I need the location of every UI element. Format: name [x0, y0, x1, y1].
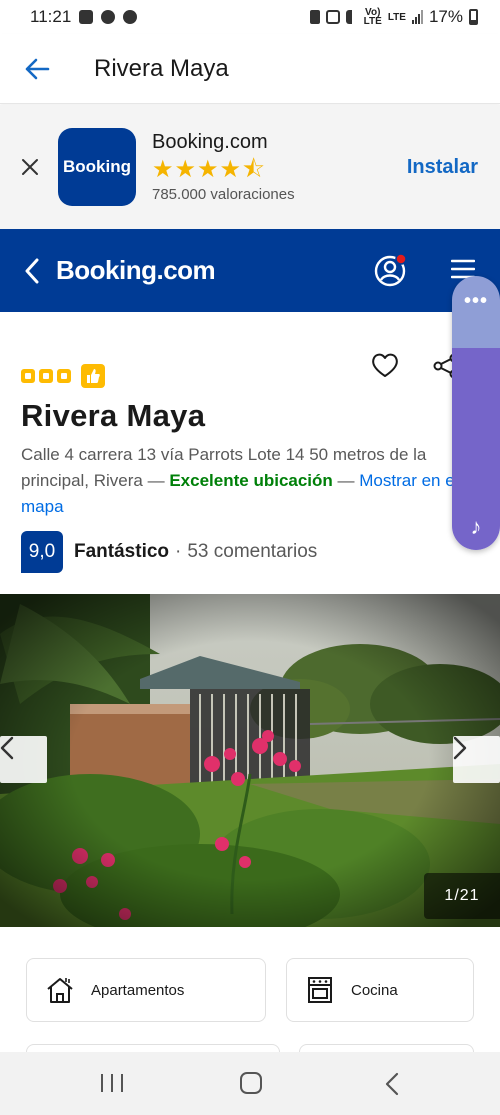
battery-saver-icon [309, 10, 320, 24]
review-score-badge: 9,0 [21, 531, 63, 573]
app-notification-icon-2 [123, 10, 138, 24]
show-on-map-link[interactable]: Mostrar en el [359, 471, 458, 490]
app-name: Booking.com [152, 131, 268, 153]
star-square-icon [21, 369, 35, 383]
photo-counter: 1/21 [424, 873, 500, 919]
nfc-icon [325, 10, 340, 24]
chevron-left-icon[interactable] [24, 256, 46, 286]
facility-label: Cocina [351, 981, 398, 999]
review-count: 53 comentarios [187, 541, 318, 562]
page-title: Rivera Maya [94, 54, 229, 82]
gallery-notification-icon [79, 10, 94, 24]
gallery-next-button[interactable] [453, 736, 500, 783]
recent-apps-icon[interactable] [101, 1074, 123, 1092]
half-star-icon: ⯪ [242, 156, 265, 183]
signal-icon [411, 10, 423, 24]
battery-icon [469, 9, 478, 25]
review-score-word: Fantástico [74, 541, 170, 562]
app-icon: Booking [58, 128, 136, 206]
mute-icon [345, 10, 358, 24]
status-bar: 11:21 Vo) LTE LTE 17% [0, 0, 500, 34]
address-line-1: Calle 4 carrera 13 vía Parrots Lote 14 5… [21, 445, 427, 464]
chevron-right-icon [453, 736, 467, 760]
facility-label: Apartamentos [91, 981, 185, 999]
lte-indicator: LTE [387, 11, 406, 23]
status-time: 11:21 [30, 7, 72, 26]
app-header: Rivera Maya [0, 34, 500, 104]
battery-percent: 17% [428, 7, 463, 26]
music-note-icon[interactable]: ♪ [452, 514, 500, 540]
star-icon: ★ [174, 156, 197, 183]
address-line-2: principal, Rivera [21, 471, 143, 490]
separator: — [332, 471, 360, 490]
close-icon[interactable] [18, 155, 42, 179]
property-address: Calle 4 carrera 13 vía Parrots Lote 14 5… [21, 442, 461, 520]
show-on-map-link-cont[interactable]: mapa [21, 494, 461, 520]
star-square-icon [39, 369, 53, 383]
star-icon: ★ [219, 156, 242, 183]
star-icon: ★ [152, 156, 174, 183]
more-dots-icon[interactable]: ••• [464, 290, 488, 313]
gallery-prev-button[interactable] [0, 736, 47, 783]
install-app-banner: Booking Booking.com ★ ★ ★ ★ ⯪ 785.000 va… [0, 105, 500, 229]
system-navigation-bar [0, 1052, 500, 1115]
chevron-left-icon [0, 736, 14, 760]
photo-gallery[interactable]: 1/21 [0, 594, 500, 927]
arrow-left-icon[interactable] [22, 54, 52, 84]
heart-icon[interactable] [371, 352, 399, 380]
star-square-icon [57, 369, 71, 383]
volte-indicator: Vo) LTE [363, 7, 382, 27]
separator: · [175, 541, 182, 562]
app-info: Booking.com ★ ★ ★ ★ ⯪ 785.000 valoracion… [152, 131, 295, 203]
booking-logo[interactable]: Booking.com [56, 255, 216, 286]
install-button[interactable]: Instalar [407, 156, 478, 179]
review-score-row[interactable]: 9,0 Fantástico · 53 comentarios [21, 531, 317, 573]
floating-assistant-widget[interactable]: ••• ♪ [452, 276, 500, 550]
separator: — [142, 471, 170, 490]
facility-apartamentos[interactable]: Apartamentos [26, 958, 266, 1022]
user-circle-icon[interactable] [374, 253, 408, 287]
property-name: Rivera Maya [21, 398, 206, 433]
app-rating-stars: ★ ★ ★ ★ ⯪ [152, 158, 295, 182]
site-header: Booking.com [0, 229, 500, 312]
star-icon: ★ [197, 156, 219, 183]
home-icon[interactable] [240, 1072, 262, 1094]
app-notification-icon [101, 10, 116, 24]
back-icon[interactable] [384, 1072, 400, 1096]
location-badge: Excelente ubicación [169, 471, 333, 490]
thumbs-up-icon [81, 364, 105, 388]
facility-cocina[interactable]: Cocina [286, 958, 474, 1022]
app-review-count: 785.000 valoraciones [152, 186, 295, 203]
house-icon [47, 978, 73, 1003]
stove-icon [308, 977, 332, 1003]
property-stars [21, 364, 105, 388]
